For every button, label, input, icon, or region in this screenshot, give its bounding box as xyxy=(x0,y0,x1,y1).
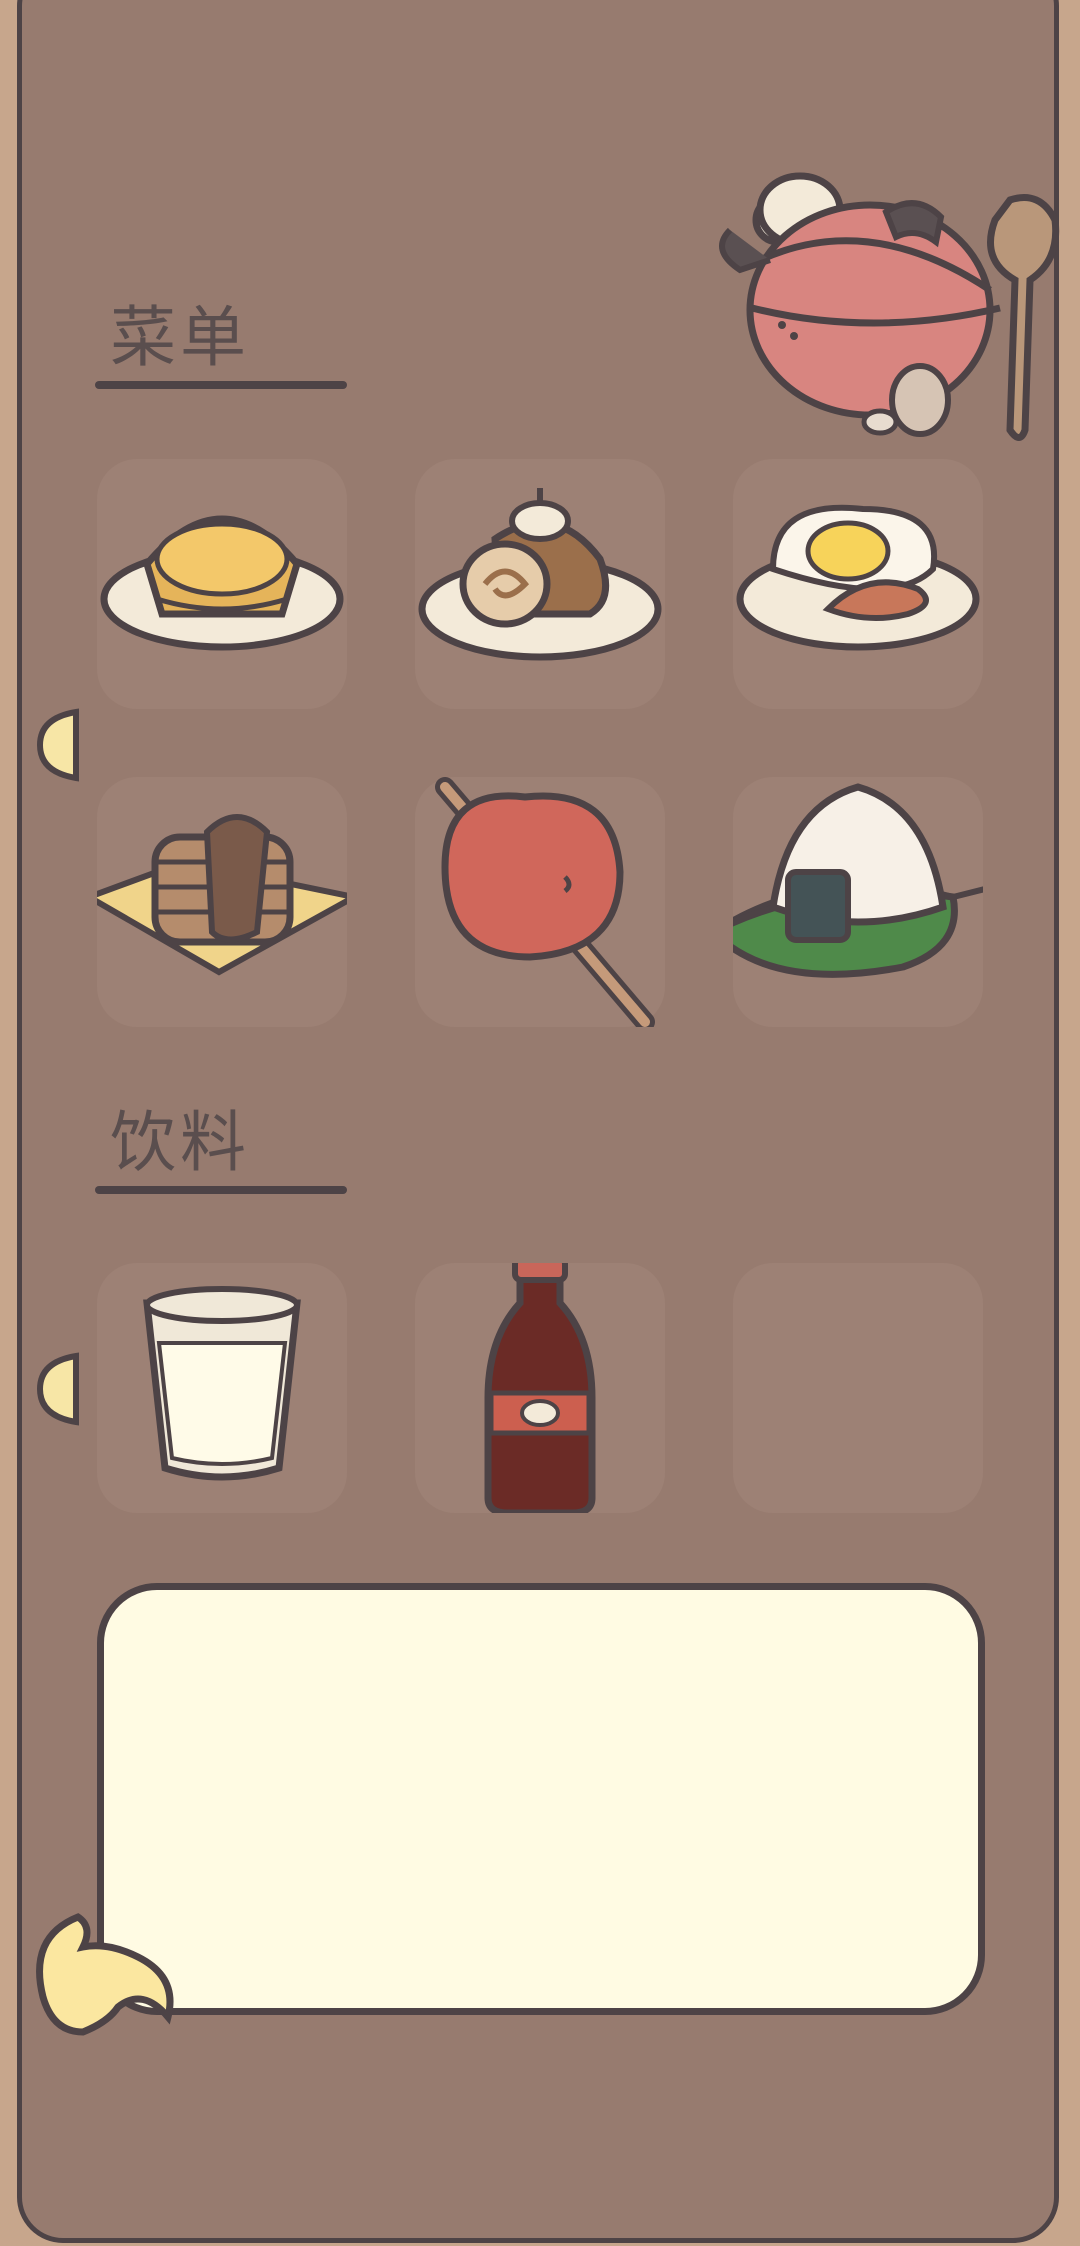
swiss-roll-icon xyxy=(418,488,662,661)
food-slot-onigiri[interactable] xyxy=(733,777,983,1027)
drink-slot-empty[interactable] xyxy=(733,1263,983,1513)
menu-section-title: 菜单 xyxy=(110,299,250,376)
onigiri-icon xyxy=(733,783,983,978)
fried-egg-icon xyxy=(736,504,980,651)
drink-slot-cola[interactable] xyxy=(415,1263,665,1513)
drinks-title-underline xyxy=(95,1186,347,1194)
cola-bottle-icon xyxy=(484,1263,596,1513)
candy-apple-icon xyxy=(435,777,655,1027)
menu-side-tab-icon[interactable] xyxy=(36,708,82,782)
food-slot-candy-apple[interactable] xyxy=(415,777,665,1027)
cooking-pot-icon xyxy=(719,172,1060,441)
drink-slot-milk[interactable] xyxy=(97,1263,347,1513)
food-slot-swiss-roll[interactable] xyxy=(415,459,665,709)
egg-tart-icon xyxy=(100,515,344,651)
drinks-side-tab-icon[interactable] xyxy=(36,1352,82,1426)
milk-glass-icon xyxy=(143,1286,301,1481)
speech-tail-icon xyxy=(36,1913,174,2036)
menu-title-underline xyxy=(95,381,347,389)
pancake-stack-icon xyxy=(97,814,347,976)
dialog-bubble xyxy=(97,1583,985,2015)
food-slot-egg-tart[interactable] xyxy=(97,459,347,709)
food-slot-fried-egg[interactable] xyxy=(733,459,983,709)
food-slot-pancake[interactable] xyxy=(97,777,347,1027)
drinks-section-title: 饮料 xyxy=(110,1104,250,1181)
